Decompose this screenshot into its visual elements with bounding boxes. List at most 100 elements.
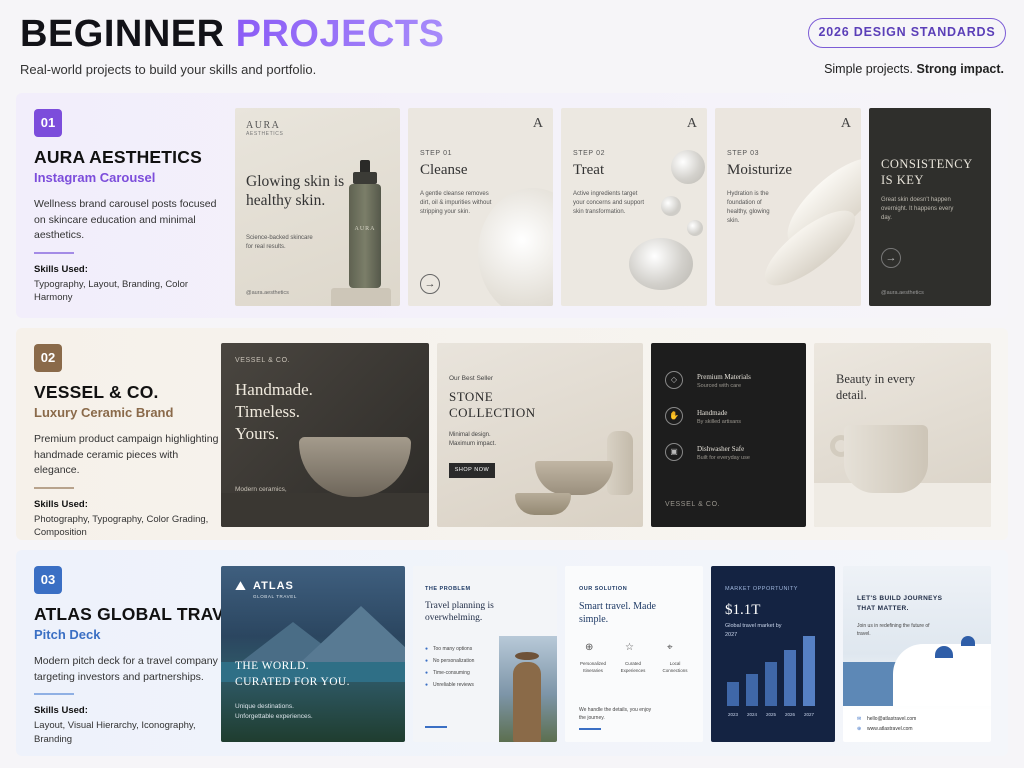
handle: @aura.aesthetics xyxy=(881,290,924,296)
brand-mark: A xyxy=(532,116,543,131)
serum-drop xyxy=(671,150,705,184)
project-info: 02 VESSEL & CO. Luxury Ceramic Brand Pre… xyxy=(34,344,224,540)
aura-card-3: A STEP 02 Treat Active ingredients targe… xyxy=(561,108,707,306)
project-name: VESSEL & CO. xyxy=(34,382,159,402)
accent-line xyxy=(425,726,447,728)
project-number: 01 xyxy=(34,109,62,137)
skills-label: Skills Used: xyxy=(34,498,88,510)
contact-email[interactable]: hello@atlastravel.com xyxy=(867,716,916,722)
step-body: Hydration is the foundation of healthy, … xyxy=(727,191,770,224)
card-body: Great skin doesn't happen overnight. It … xyxy=(881,197,954,221)
project-info: 03 ATLAS GLOBAL TRAVEL Pitch Deck Modern… xyxy=(34,566,247,746)
check-icon: ● xyxy=(425,658,429,664)
dropper-collar xyxy=(353,172,377,184)
atlas-card-2: THE PROBLEM Travel planning is overwhelm… xyxy=(413,566,557,742)
contact-web[interactable]: www.atlastravel.com xyxy=(867,726,913,732)
atlas-card-5: LET'S BUILD JOURNEYS THAT MATTER. Join u… xyxy=(843,566,991,742)
check-icon: ● xyxy=(425,646,429,652)
project-row-vessel: 02 VESSEL & CO. Luxury Ceramic Brand Pre… xyxy=(16,328,1008,540)
ceramic-bowl-small xyxy=(515,493,571,515)
tagline-bold: Strong impact. xyxy=(916,62,1004,76)
itinerary-icon: ⊕ xyxy=(585,642,594,653)
solution-label: Local Connections xyxy=(662,661,688,673)
step-title: Treat xyxy=(573,162,605,178)
brand-sub: GLOBAL TRAVEL xyxy=(253,594,297,599)
page-subtitle: Real-world projects to build your skills… xyxy=(20,62,317,77)
feature-sub: By skilled artisans xyxy=(697,419,742,425)
card-headline: Handmade. Timeless. Yours. xyxy=(235,380,313,443)
project-row-atlas: 03 ATLAS GLOBAL TRAVEL Pitch Deck Modern… xyxy=(16,550,1008,756)
card-body: Global travel market by 2027 xyxy=(725,623,782,638)
serum-bottle: AURA xyxy=(349,184,381,288)
page-header: BEGINNER PROJECTS Real-world projects to… xyxy=(0,0,1024,90)
brand-mark: A xyxy=(686,116,697,131)
project-type: Pitch Deck xyxy=(34,627,101,642)
card-body: Science-backed skincare for real results… xyxy=(246,235,313,250)
card-headline: CONSISTENCY IS KEY xyxy=(881,157,973,187)
skills-list: Photography, Typography, Color Grading, … xyxy=(34,513,209,539)
card-body: Unique destinations. Unforgettable exper… xyxy=(235,703,313,720)
project-info: 01 AURA AESTHETICS Instagram Carousel We… xyxy=(34,109,224,305)
hand-icon: ✋ xyxy=(665,407,683,425)
page-title: BEGINNER PROJECTS xyxy=(20,12,444,56)
ceramic-bowl xyxy=(299,437,411,497)
project-description: Modern pitch deck for a travel company t… xyxy=(34,655,218,683)
tagline: Simple projects. Strong impact. xyxy=(824,62,1004,76)
compass-icon: ⛰ xyxy=(235,578,246,593)
bar-2025 xyxy=(765,662,777,706)
handle: @aura.aesthetics xyxy=(246,290,289,296)
card-headline: STONE COLLECTION xyxy=(449,389,536,420)
problem-item: Time-consuming xyxy=(433,670,470,676)
accent-line xyxy=(579,728,601,730)
skills-list: Layout, Visual Hierarchy, Iconography, B… xyxy=(34,720,196,745)
bar-2027 xyxy=(803,636,815,706)
step-label: STEP 02 xyxy=(573,150,606,157)
next-arrow-icon[interactable]: → xyxy=(881,248,901,268)
skills-label: Skills Used: xyxy=(34,263,88,275)
project-number: 02 xyxy=(34,344,62,372)
blue-dome xyxy=(935,646,953,658)
standards-badge: 2026 DESIGN STANDARDS xyxy=(808,18,1006,48)
divider xyxy=(34,251,74,254)
divider xyxy=(34,693,74,695)
shop-now-button[interactable]: SHOP NOW xyxy=(449,463,495,478)
table-surface xyxy=(221,493,429,527)
brand-mark: A xyxy=(840,116,851,131)
project-row-aura: 01 AURA AESTHETICS Instagram Carousel We… xyxy=(16,93,1008,318)
year-label: 2025 xyxy=(765,712,776,717)
dropper-cap xyxy=(360,160,370,172)
atlas-card-1: ⛰ ATLAS GLOBAL TRAVEL THE WORLD. CURATED… xyxy=(221,566,405,742)
bar-2023 xyxy=(727,682,739,706)
globe-icon: ⊕ xyxy=(857,726,862,732)
brand-logo: ATLAS xyxy=(253,580,294,592)
project-type: Luxury Ceramic Brand xyxy=(34,405,174,420)
year-label: 2026 xyxy=(784,712,795,717)
feature-title: Premium Materials xyxy=(697,373,751,381)
skills-list: Typography, Layout, Branding, Color Harm… xyxy=(34,278,189,304)
blue-dome xyxy=(961,636,975,646)
step-title: Cleanse xyxy=(420,162,468,178)
traveler-figure xyxy=(513,662,541,742)
next-arrow-icon[interactable]: → xyxy=(420,274,440,294)
check-icon: ● xyxy=(425,682,429,688)
stone-pedestal xyxy=(331,288,391,306)
brand-logo: AURA xyxy=(246,120,281,131)
dishwasher-icon: ▣ xyxy=(665,443,683,461)
serum-drop xyxy=(661,196,681,216)
year-label: 2024 xyxy=(746,712,757,717)
card-eyebrow: MARKET OPPORTUNITY xyxy=(725,586,798,592)
brand-logo: VESSEL & CO. xyxy=(665,501,721,508)
step-label: STEP 01 xyxy=(420,150,453,157)
mountain xyxy=(301,606,405,662)
solution-label: Curated Experiences xyxy=(620,661,646,673)
star-icon: ☆ xyxy=(625,642,634,653)
check-icon: ● xyxy=(425,670,429,676)
vessel-card-4: Beauty in every detail. xyxy=(814,343,991,527)
skills-label: Skills Used: xyxy=(34,705,88,716)
vessel-card-2: Our Best Seller STONE COLLECTION Minimal… xyxy=(437,343,643,527)
project-name: AURA AESTHETICS xyxy=(34,147,202,167)
divider xyxy=(34,486,74,489)
card-eyebrow: THE PROBLEM xyxy=(425,586,471,592)
serum-pool xyxy=(629,238,693,290)
step-label: STEP 03 xyxy=(727,150,760,157)
